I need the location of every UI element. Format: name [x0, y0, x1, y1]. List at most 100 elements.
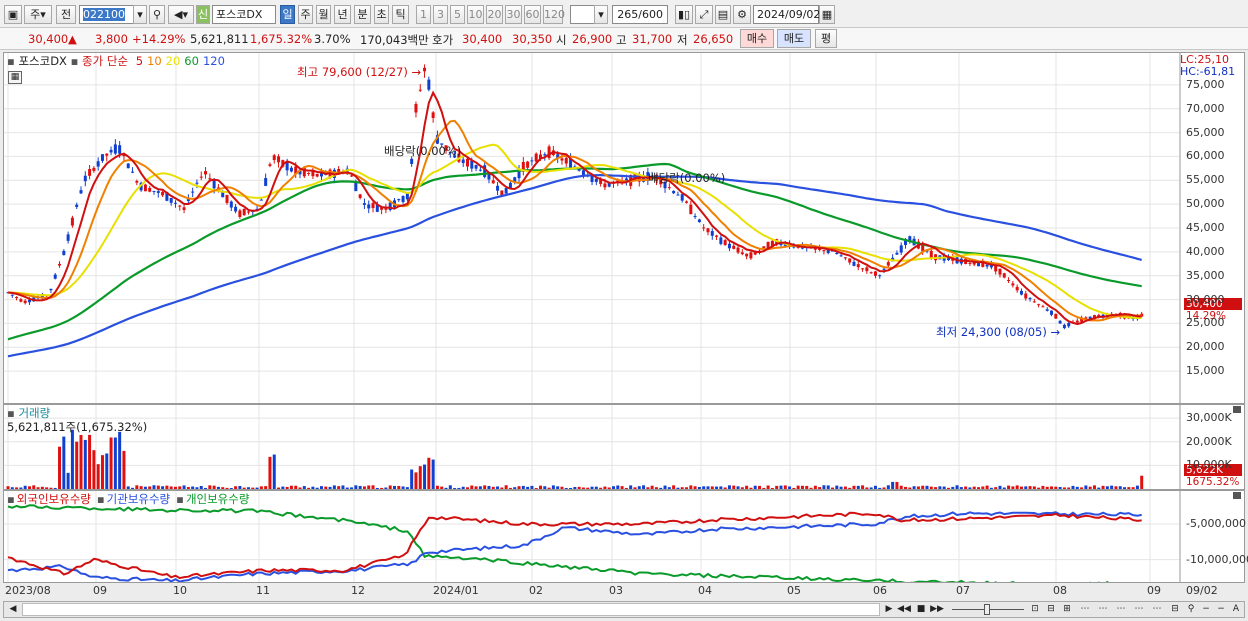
tool-icon-1[interactable]: ⋯ [1078, 603, 1092, 616]
volume-chart[interactable] [4, 405, 1244, 489]
sell-button[interactable]: 매도 [777, 29, 811, 48]
minute-button-2[interactable]: 5 [450, 5, 465, 24]
candle [1054, 313, 1058, 319]
save-icon[interactable]: ▤ [715, 5, 731, 24]
period-button-1[interactable]: 주 [298, 5, 313, 24]
avg-button[interactable]: 평 [815, 29, 837, 48]
date-input[interactable]: 2024/09/02 [753, 5, 820, 24]
code-dropdown-button[interactable]: ▾ [133, 5, 147, 24]
volume-bar [663, 485, 667, 489]
close-panel-icon[interactable] [1233, 492, 1241, 499]
scroll-right-icon[interactable]: ▶ [882, 603, 896, 616]
volume-bar [959, 487, 963, 489]
period-button-3[interactable]: 년 [334, 5, 351, 24]
buy-button[interactable]: 매수 [740, 29, 774, 48]
volume-bar [1131, 487, 1135, 489]
volume-bar [685, 487, 689, 489]
x-axis-label: 2023/08 [5, 584, 51, 597]
zoom-out-icon[interactable]: − [1199, 603, 1213, 616]
interval-dropdown[interactable]: ▾ [594, 5, 608, 24]
minute-button-4[interactable]: 20 [486, 5, 503, 24]
calendar-icon[interactable]: ▦ [819, 5, 835, 24]
tool-icon-5[interactable]: ⋯ [1150, 603, 1164, 616]
prev-button[interactable]: 전 [56, 5, 76, 24]
layout-icon[interactable]: ▣ [4, 5, 22, 24]
volume-bar [504, 485, 508, 489]
candle [75, 202, 79, 210]
minute-button-1[interactable]: 3 [433, 5, 448, 24]
zoom-icon[interactable]: ⚲ [1184, 603, 1198, 616]
price-y-label: 60,000 [1186, 149, 1225, 163]
volume-bar [594, 486, 598, 489]
candle [362, 198, 366, 210]
font-size-icon[interactable]: A [1229, 603, 1243, 616]
current-price: 30,400 [28, 32, 69, 46]
scroll-left-icon[interactable]: ◀ [6, 603, 20, 616]
volume-bar [856, 485, 860, 489]
first-page-icon[interactable]: ◀◀ [897, 603, 911, 616]
minus-icon[interactable]: − [1214, 603, 1228, 616]
volume-bar [165, 485, 169, 489]
minute-button-7[interactable]: 120 [543, 5, 565, 24]
volume-bar [710, 486, 714, 489]
last-page-icon[interactable]: ▶▶ [930, 603, 944, 616]
stock-code-input[interactable]: 022100 [79, 5, 137, 24]
draw-tool-icon[interactable]: ⤢ [695, 5, 713, 24]
zoom-slider-handle[interactable] [984, 604, 990, 615]
volume-bar [543, 486, 547, 489]
volume-bar [354, 485, 358, 489]
volume-bar [929, 486, 933, 489]
hc-value: HC:-61,81 [1180, 65, 1236, 78]
period-button-4[interactable]: 분 [354, 5, 371, 24]
pattern-icon-1[interactable]: ⊡ [1028, 603, 1042, 616]
period-button-2[interactable]: 월 [316, 5, 331, 24]
volume-bar [968, 487, 972, 489]
volume-bar [676, 487, 680, 489]
close-panel-icon[interactable] [1233, 406, 1241, 413]
pattern-icon-3[interactable]: ⊞ [1060, 603, 1074, 616]
candle-type-icon[interactable]: ▮▯ [675, 5, 693, 24]
count-input[interactable]: 265/600 [612, 5, 668, 24]
volume-bar [435, 485, 439, 489]
volume-bar [951, 486, 955, 489]
tool-icon-2[interactable]: ⋯ [1096, 603, 1110, 616]
chart-scrollbar[interactable]: ◀ ▶ ◀◀ ■ ▶▶ ⊡ ⊟ ⊞ ⋯ ⋯ ⋯ ⋯ ⋯ ⊟ ⚲ − − A [3, 601, 1245, 618]
candle [1015, 284, 1019, 293]
minute-button-0[interactable]: 1 [416, 5, 431, 24]
candle [745, 253, 749, 260]
holdings-legend-0: 외국인보유수량 [16, 492, 91, 506]
tool-icon-6[interactable]: ⊟ [1168, 603, 1182, 616]
tool-icon-3[interactable]: ⋯ [1114, 603, 1128, 616]
pattern-icon-2[interactable]: ⊟ [1044, 603, 1058, 616]
minute-button-6[interactable]: 60 [524, 5, 541, 24]
volume-bar [753, 485, 757, 489]
period-button-5[interactable]: 초 [374, 5, 389, 24]
indicator-table-icon[interactable]: ▦ [8, 71, 22, 84]
candle [848, 258, 852, 265]
candle [204, 167, 208, 179]
gear-icon[interactable]: ⚙ [733, 5, 751, 24]
stop-icon[interactable]: ■ [914, 603, 928, 616]
x-axis-label: 10 [173, 584, 187, 597]
volume-bar [800, 485, 804, 489]
volume-bar [839, 486, 843, 489]
volume-bar [457, 487, 461, 489]
period-button-6[interactable]: 틱 [392, 5, 409, 24]
candle [530, 157, 534, 166]
market-type-select[interactable]: 주▾ [24, 5, 52, 24]
sound-icon[interactable]: ◀▾ [168, 5, 194, 24]
volume-bar [985, 485, 989, 489]
period-button-0[interactable]: 일 [280, 5, 295, 24]
minute-button-3[interactable]: 10 [467, 5, 484, 24]
minute-button-5[interactable]: 30 [505, 5, 522, 24]
volume-bar [487, 485, 491, 489]
volume-bar [624, 487, 628, 489]
tool-icon-4[interactable]: ⋯ [1132, 603, 1146, 616]
price-chart[interactable] [4, 53, 1244, 403]
volume-bar [569, 487, 573, 489]
scroll-thumb[interactable] [22, 603, 880, 616]
search-icon[interactable]: ⚲ [149, 5, 165, 24]
volume-bar [345, 487, 349, 489]
volume-bar [58, 446, 62, 489]
volume-bar [809, 487, 813, 489]
